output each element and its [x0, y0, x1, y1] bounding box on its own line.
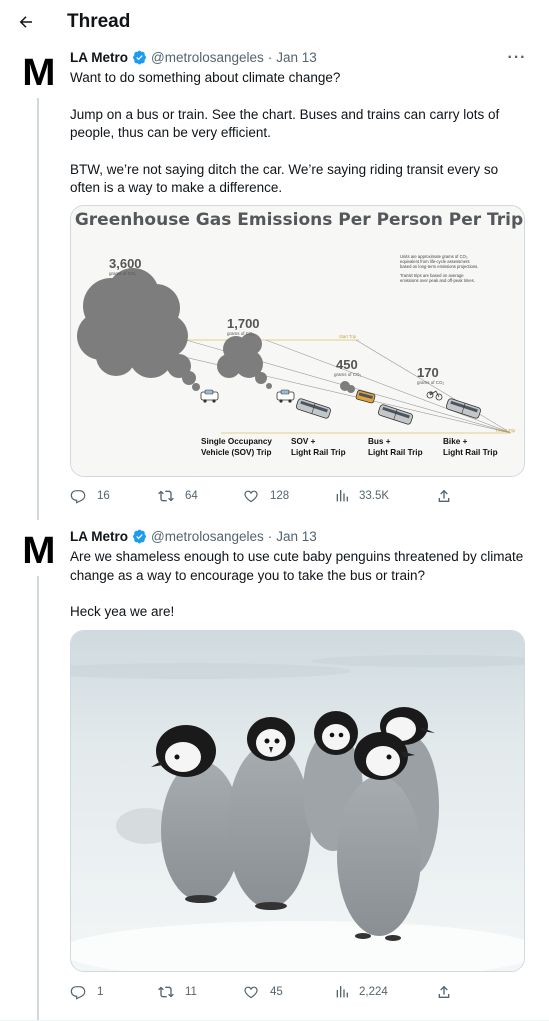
- author-name[interactable]: LA Metro: [70, 50, 128, 65]
- retweet-button[interactable]: 11: [158, 984, 197, 1000]
- views-button[interactable]: 33.5K: [334, 488, 389, 504]
- like-icon: [244, 986, 258, 999]
- infographic-title: Greenhouse Gas Emissions Per Person Per …: [75, 210, 523, 230]
- retweet-button[interactable]: 64: [158, 488, 198, 504]
- value-bus: 450: [336, 357, 358, 372]
- tweet-meta: LA Metro @metrolosangeles · Jan 13: [70, 50, 317, 65]
- author-handle[interactable]: @metrolosangeles: [151, 50, 264, 65]
- label-bike-2: Light Rail Trip: [443, 448, 498, 457]
- share-icon: [438, 985, 450, 998]
- verified-badge-icon: [132, 529, 147, 544]
- retweet-icon: [158, 490, 174, 502]
- like-button[interactable]: 45: [243, 984, 283, 1000]
- author-name[interactable]: LA Metro: [70, 529, 128, 544]
- label-bus-1: Bus +: [368, 437, 391, 446]
- tweet-actions: 1 11 45 2,224: [70, 984, 525, 1006]
- infographic-graphic: Greenhouse Gas Emissions Per Person Per …: [71, 206, 524, 476]
- separator-dot: ·: [267, 529, 273, 544]
- more-icon[interactable]: ···: [507, 48, 527, 68]
- avatar[interactable]: M: [20, 531, 56, 571]
- label-bus-2: Light Rail Trip: [368, 448, 423, 457]
- views-icon: [336, 986, 348, 998]
- views-icon: [336, 490, 348, 502]
- tweet-text: Are we shameless enough to use cute baby…: [70, 549, 524, 619]
- reply-button[interactable]: 16: [70, 488, 110, 504]
- unit-bus: grams of CO₂: [334, 372, 362, 377]
- thread-connector: [37, 98, 39, 520]
- penguins-image: [71, 631, 524, 971]
- page-title: Thread: [67, 11, 131, 32]
- share-icon: [438, 489, 450, 502]
- thread-header: Thread: [0, 0, 549, 46]
- unit-sov: grams of CO₂: [109, 271, 137, 276]
- thread-connector: [37, 576, 39, 1020]
- back-button[interactable]: [14, 10, 38, 34]
- reply-icon: [70, 490, 86, 504]
- verified-badge-icon: [132, 50, 147, 65]
- reply-icon: [70, 986, 86, 1000]
- like-button[interactable]: 128: [243, 488, 289, 504]
- start-trip-label: Start Trip: [339, 334, 357, 339]
- tweet-actions: 16 64 128 33.5K: [70, 488, 525, 510]
- like-icon: [244, 490, 258, 503]
- unit-bike: grams of CO₂: [417, 380, 445, 385]
- label-sov-2: Vehicle (SOV) Trip: [201, 448, 272, 457]
- share-button[interactable]: [436, 488, 452, 504]
- value-sov-rail: 1,700: [227, 316, 260, 331]
- label-bike-1: Bike +: [443, 437, 468, 446]
- value-sov: 3,600: [109, 256, 142, 271]
- tweet-meta: LA Metro @metrolosangeles · Jan 13: [70, 529, 317, 544]
- emissions-infographic[interactable]: Greenhouse Gas Emissions Per Person Per …: [70, 205, 525, 477]
- views-button[interactable]: 2,224: [334, 984, 388, 1000]
- infographic-note: Units are approximate grams of CO₂ equiv…: [400, 254, 480, 283]
- retweet-icon: [158, 986, 174, 998]
- share-button[interactable]: [436, 984, 452, 1000]
- tweet-date[interactable]: Jan 13: [276, 50, 317, 65]
- unit-sov-rail: grams of CO₂: [227, 331, 255, 336]
- label-sov-1: Single Occupancy: [201, 437, 272, 446]
- author-handle[interactable]: @metrolosangeles: [151, 529, 264, 544]
- label-sov-rail-1: SOV +: [291, 437, 316, 446]
- avatar[interactable]: M: [20, 53, 56, 93]
- tweet-date[interactable]: Jan 13: [276, 529, 317, 544]
- finish-trip-label: Finish Trip: [496, 428, 516, 433]
- label-sov-rail-2: Light Rail Trip: [291, 448, 346, 457]
- tweet-text: Want to do something about climate chang…: [70, 70, 500, 195]
- back-arrow-icon: [19, 16, 32, 28]
- reply-button[interactable]: 1: [70, 984, 103, 1000]
- penguins-photo[interactable]: [70, 630, 525, 972]
- value-bike: 170: [417, 365, 439, 380]
- separator-dot: ·: [267, 50, 273, 65]
